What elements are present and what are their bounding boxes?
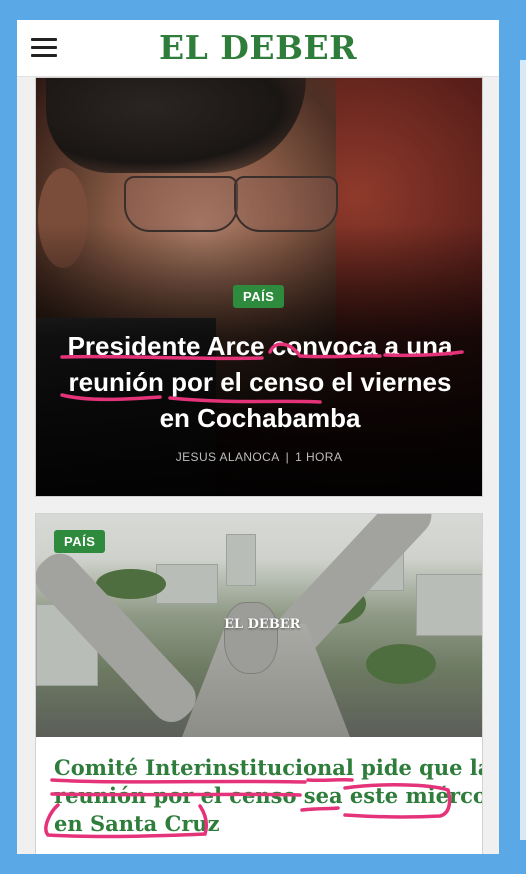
article-card[interactable]: EL DEBER PAÍS Comité Interinstitucional … — [35, 513, 483, 854]
phone-screen: EL DEBER PAÍS Presidente Arce convoca a … — [17, 20, 499, 854]
article-byline: JESUS ALANOCA | 1 HORA — [175, 450, 343, 464]
category-badge[interactable]: PAÍS — [233, 285, 285, 308]
image-watermark: EL DEBER — [224, 617, 301, 632]
article-headline[interactable]: Presidente Arce convoca a una reunión po… — [50, 328, 470, 436]
author-name: JESUS ALANOCA — [175, 450, 280, 464]
article-headline[interactable]: Comité Interinstitucional pide que la re… — [54, 754, 482, 838]
scrollbar[interactable] — [520, 60, 526, 840]
category-badge[interactable]: PAÍS — [54, 530, 106, 553]
news-feed: PAÍS Presidente Arce convoca a una reuni… — [17, 77, 499, 854]
site-logo[interactable]: EL DEBER — [17, 28, 499, 67]
top-bar: EL DEBER — [17, 20, 499, 77]
featured-article-card[interactable]: PAÍS Presidente Arce convoca a una reuni… — [35, 77, 483, 497]
publish-time: 1 HORA — [295, 450, 343, 464]
